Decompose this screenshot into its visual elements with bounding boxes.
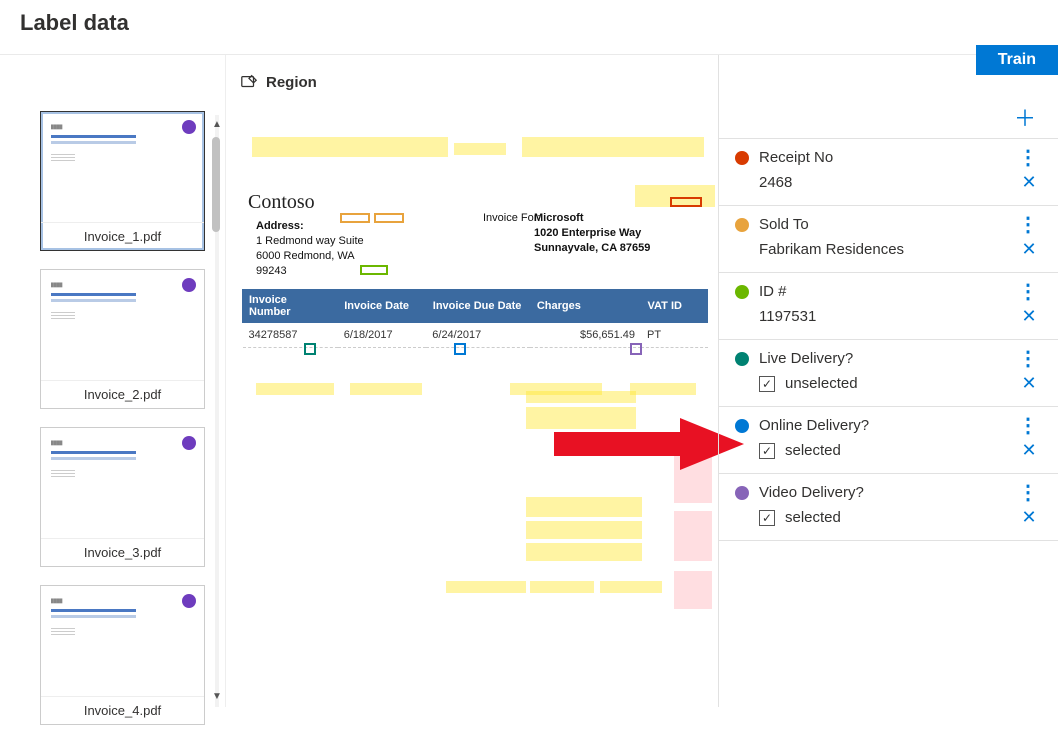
address-label: Address:: [256, 220, 304, 232]
tagged-dot-icon: [182, 120, 196, 134]
invoice-for-label: Invoice For:: [483, 212, 540, 224]
thumbnail-sidebar: ████Invoice_1.pdf ████Invoice_2.pdf ████In…: [0, 55, 225, 707]
field-value: selected: [785, 509, 1010, 526]
checkbox-icon: ✓: [759, 510, 775, 526]
td-invoice-date: 6/18/2017: [338, 323, 427, 348]
thumbnail-tile[interactable]: ████Invoice_4.pdf: [40, 585, 205, 725]
scroll-thumb[interactable]: [212, 137, 220, 232]
tagged-dot-icon: [182, 278, 196, 292]
add-icon[interactable]: ＋: [1014, 101, 1036, 133]
region-tool-icon[interactable]: [240, 73, 258, 91]
field-value: 1197531: [759, 308, 1010, 325]
canvas-toolbar: Region: [240, 67, 704, 105]
th-invoice-date: Invoice Date: [338, 290, 427, 323]
field-name[interactable]: Live Delivery?: [759, 350, 1008, 367]
thumbnail-caption: Invoice_2.pdf: [41, 380, 204, 408]
page-title: Label data: [0, 0, 1058, 55]
thumbnail-caption: Invoice_1.pdf: [41, 222, 204, 250]
tagged-dot-icon: [182, 594, 196, 608]
field-name[interactable]: Sold To: [759, 216, 1008, 233]
main-layout: ████Invoice_1.pdf ████Invoice_2.pdf ████In…: [0, 55, 1058, 707]
scroll-down-icon[interactable]: ▼: [212, 692, 222, 702]
td-charges: $56,651.49: [530, 323, 641, 348]
td-invoice-number: 34278587: [243, 323, 338, 348]
add-field-row[interactable]: ＋: [719, 95, 1058, 139]
label-field: Receipt No ⋮ 2468 ✕: [719, 139, 1058, 206]
th-charges: Charges: [530, 290, 641, 323]
checkbox-icon: ✓: [759, 376, 775, 392]
field-name[interactable]: ID #: [759, 283, 1008, 300]
thumbnail-caption: Invoice_3.pdf: [41, 538, 204, 566]
field-color-dot: [735, 218, 749, 232]
thumbnail-tile[interactable]: ████Invoice_1.pdf: [40, 111, 205, 251]
td-invoice-due: 6/24/2017: [426, 323, 530, 348]
clear-value-icon[interactable]: ✕: [1020, 440, 1038, 461]
th-invoice-number: Invoice Number: [243, 290, 338, 323]
field-name[interactable]: Online Delivery?: [759, 417, 1008, 434]
clear-value-icon[interactable]: ✕: [1020, 239, 1038, 260]
field-more-icon[interactable]: ⋮: [1018, 489, 1038, 497]
field-color-dot: [735, 352, 749, 366]
field-value: 2468: [759, 174, 1010, 191]
label-field: Online Delivery? ⋮ ✓ selected ✕: [719, 407, 1058, 474]
sidebar-scrollbar[interactable]: ▲ ▼: [209, 115, 225, 707]
label-field: Sold To ⋮ Fabrikam Residences ✕: [719, 206, 1058, 273]
field-more-icon[interactable]: ⋮: [1018, 355, 1038, 363]
thumbnail-tile[interactable]: ████Invoice_2.pdf: [40, 269, 205, 409]
clear-value-icon[interactable]: ✕: [1020, 507, 1038, 528]
address-line-3: 99243: [256, 265, 287, 277]
clear-value-icon[interactable]: ✕: [1020, 373, 1038, 394]
document-preview: Contoso Address: 1 Redmond way Suite 600…: [240, 105, 704, 720]
region-tool-label[interactable]: Region: [266, 74, 317, 91]
th-invoice-due: Invoice Due Date: [426, 290, 530, 323]
address-line-1: 1 Redmond way Suite: [256, 235, 364, 247]
address-line-2: 6000 Redmond, WA: [256, 250, 355, 262]
clear-value-icon[interactable]: ✕: [1020, 306, 1038, 327]
company-name: Contoso: [248, 191, 315, 214]
label-field: ID # ⋮ 1197531 ✕: [719, 273, 1058, 340]
scroll-up-icon[interactable]: ▲: [212, 120, 222, 130]
field-color-dot: [735, 285, 749, 299]
field-more-icon[interactable]: ⋮: [1018, 221, 1038, 229]
invoice-table: Invoice Number Invoice Date Invoice Due …: [242, 289, 708, 348]
label-panel: Train ＋ Receipt No⋮2468✕Sold To⋮Fabrikam…: [718, 55, 1058, 707]
clear-value-icon[interactable]: ✕: [1020, 172, 1038, 193]
tagged-dot-icon: [182, 436, 196, 450]
train-button[interactable]: Train: [976, 45, 1058, 75]
field-color-dot: [735, 419, 749, 433]
field-name[interactable]: Video Delivery?: [759, 484, 1008, 501]
thumbnail-tile[interactable]: ████Invoice_3.pdf: [40, 427, 205, 567]
field-value: unselected: [785, 375, 1010, 392]
thumbnail-caption: Invoice_4.pdf: [41, 696, 204, 724]
th-vat: VAT ID: [641, 290, 707, 323]
invoice-for-line-1: Microsoft: [534, 212, 584, 224]
label-field: Live Delivery? ⋮ ✓ unselected ✕: [719, 340, 1058, 407]
field-color-dot: [735, 151, 749, 165]
document-canvas[interactable]: Region: [225, 55, 718, 707]
field-color-dot: [735, 486, 749, 500]
label-field: Video Delivery? ⋮ ✓ selected ✕: [719, 474, 1058, 541]
field-more-icon[interactable]: ⋮: [1018, 422, 1038, 430]
field-value: selected: [785, 442, 1010, 459]
field-more-icon[interactable]: ⋮: [1018, 288, 1038, 296]
field-more-icon[interactable]: ⋮: [1018, 154, 1038, 162]
td-vat: PT: [641, 323, 707, 348]
invoice-for-line-3: Sunnayvale, CA 87659: [534, 242, 650, 254]
field-value: Fabrikam Residences: [759, 241, 1010, 258]
field-name[interactable]: Receipt No: [759, 149, 1008, 166]
invoice-for-line-2: 1020 Enterprise Way: [534, 227, 641, 239]
checkbox-icon: ✓: [759, 443, 775, 459]
